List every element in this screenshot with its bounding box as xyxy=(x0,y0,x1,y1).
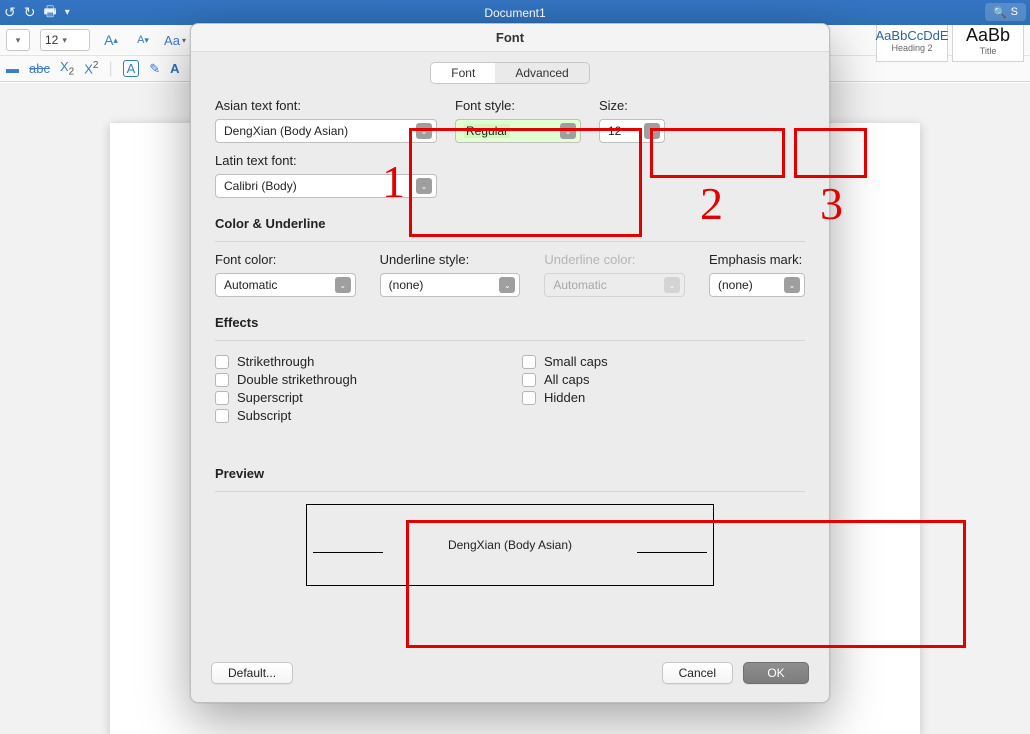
chevron-down-icon: ⌄ xyxy=(499,277,515,293)
style-sample: AaBb xyxy=(966,25,1010,46)
undo-icon[interactable]: ↺ xyxy=(4,4,16,21)
subscript-button[interactable]: X2 xyxy=(60,59,74,78)
color-underline-section: Color & Underline xyxy=(215,216,805,231)
dialog-title: Font xyxy=(191,24,829,52)
emphasis-select[interactable]: (none) ⌄ xyxy=(709,273,805,297)
underline-color-select: Automatic ⌄ xyxy=(544,273,685,297)
tab-font[interactable]: Font xyxy=(431,63,495,83)
checkbox-hidden[interactable]: Hidden xyxy=(522,390,805,405)
emphasis-value: (none) xyxy=(718,278,753,292)
latin-font-value: Calibri (Body) xyxy=(224,179,297,193)
font-color-bar-icon[interactable]: ▬ xyxy=(6,61,19,76)
dialog-tabs: Font Advanced xyxy=(430,62,589,84)
checkbox-all-caps[interactable]: All caps xyxy=(522,372,805,387)
font-style-select[interactable]: Regular ⌄ xyxy=(455,119,581,143)
tab-advanced[interactable]: Advanced xyxy=(495,63,588,83)
chevron-down-icon: ▾ xyxy=(16,35,21,46)
style-sample: AaBbCcDdE xyxy=(876,28,949,43)
underline-color-value: Automatic xyxy=(553,278,606,292)
checkbox-small-caps[interactable]: Small caps xyxy=(522,354,805,369)
qat-overflow-icon[interactable]: ▾ xyxy=(65,7,70,18)
checkbox-strikethrough[interactable]: Strikethrough xyxy=(215,354,498,369)
chevron-down-icon: ▾ xyxy=(62,35,67,46)
underline-style-value: (none) xyxy=(389,278,424,292)
effects-section: Effects xyxy=(215,315,805,330)
font-size-select[interactable]: 12 ⌄ xyxy=(599,119,665,143)
redo-icon[interactable]: ↻ xyxy=(24,4,36,21)
preview-section: Preview xyxy=(215,466,805,481)
font-size-combo[interactable]: 12 ▾ xyxy=(40,29,90,51)
font-dialog: Font Font Advanced Asian text font: Deng… xyxy=(190,23,830,703)
search-icon: 🔍 xyxy=(993,6,1007,19)
superscript-button[interactable]: X2 xyxy=(84,60,98,76)
asian-font-label: Asian text font: xyxy=(215,98,437,113)
preview-text: DengXian (Body Asian) xyxy=(448,538,572,552)
dialog-button-bar: Default... Cancel OK xyxy=(191,648,829,702)
latin-font-select[interactable]: Calibri (Body) ⌄ xyxy=(215,174,437,198)
search-placeholder: S xyxy=(1011,6,1018,18)
chevron-down-icon: ⌄ xyxy=(560,123,576,139)
checkbox-double-strikethrough[interactable]: Double strikethrough xyxy=(215,372,498,387)
style-label: Heading 2 xyxy=(891,43,932,53)
window-titlebar: ↺ ↻ 🖶 ▾ Document1 🔍 S xyxy=(0,0,1030,25)
strikethrough-button[interactable]: abc xyxy=(29,61,50,76)
font-style-label: Font style: xyxy=(455,98,581,113)
checkbox-superscript[interactable]: Superscript xyxy=(215,390,498,405)
font-color-button[interactable]: A xyxy=(123,60,140,77)
preview-panel: DengXian (Body Asian) xyxy=(306,504,714,586)
font-size-value: 12 xyxy=(45,33,58,47)
text-effects-button[interactable]: A xyxy=(170,61,179,76)
asian-font-value: DengXian (Body Asian) xyxy=(224,124,348,138)
underline-style-select[interactable]: (none) ⌄ xyxy=(380,273,521,297)
chevron-down-icon: ⌄ xyxy=(784,277,800,293)
quick-access-toolbar: ↺ ↻ 🖶 ▾ xyxy=(4,0,70,25)
print-icon[interactable]: 🖶 xyxy=(43,1,56,25)
search-box[interactable]: 🔍 S xyxy=(985,3,1026,21)
decrease-font-button[interactable]: A▾ xyxy=(132,30,154,50)
font-color-label: Font color: xyxy=(215,252,356,267)
font-size-value: 12 xyxy=(608,124,621,138)
cancel-button[interactable]: Cancel xyxy=(662,662,733,684)
emphasis-label: Emphasis mark: xyxy=(709,252,805,267)
asian-font-select[interactable]: DengXian (Body Asian) ⌄ xyxy=(215,119,437,143)
default-button[interactable]: Default... xyxy=(211,662,293,684)
latin-font-label: Latin text font: xyxy=(215,153,437,168)
underline-color-label: Underline color: xyxy=(544,252,685,267)
underline-style-label: Underline style: xyxy=(380,252,521,267)
font-family-combo[interactable]: ▾ xyxy=(6,29,30,51)
change-case-button[interactable]: Aa xyxy=(164,30,186,50)
ok-button[interactable]: OK xyxy=(743,662,809,684)
chevron-down-icon: ⌄ xyxy=(664,277,680,293)
chevron-down-icon: ⌄ xyxy=(644,123,660,139)
increase-font-button[interactable]: A▴ xyxy=(100,30,122,50)
font-color-value: Automatic xyxy=(224,278,277,292)
font-size-label: Size: xyxy=(599,98,665,113)
chevron-down-icon: ⌄ xyxy=(416,123,432,139)
chevron-down-icon: ⌄ xyxy=(335,277,351,293)
window-title: Document1 xyxy=(484,6,545,20)
font-style-value: Regular xyxy=(464,124,510,138)
chevron-down-icon: ⌄ xyxy=(416,178,432,194)
font-color-select[interactable]: Automatic ⌄ xyxy=(215,273,356,297)
highlight-button[interactable]: ✎ xyxy=(149,61,160,77)
checkbox-subscript[interactable]: Subscript xyxy=(215,408,498,423)
style-label: Title xyxy=(980,46,997,56)
